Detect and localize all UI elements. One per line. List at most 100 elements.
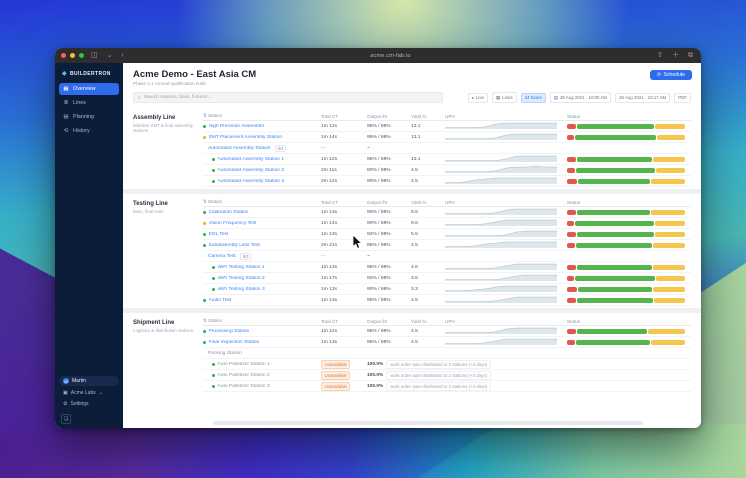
table-row[interactable]: Automated Assembly Station 11m 12s95% / …: [203, 154, 691, 165]
table-row[interactable]: Subassembly Limit Test2m 21s85% / 98%4.5: [203, 240, 691, 251]
group-expand-icon[interactable]: ⊞3: [275, 145, 286, 152]
date-to-picker[interactable]: 26 Aug 2021 · 10:17 AM: [615, 93, 670, 103]
station-link[interactable]: Automated Assembly Station 1: [218, 157, 285, 162]
lines-filter[interactable]: ▦ Lines: [492, 92, 517, 103]
sort-icon[interactable]: ⇅: [203, 199, 207, 204]
status-bar: [567, 168, 685, 173]
table-row[interactable]: Auto Palletizer Station 3Unavailable100.…: [203, 381, 691, 392]
station-cell: Automated Assembly Station ⊞3: [203, 145, 321, 152]
status-cell: [567, 232, 691, 237]
zoom-button[interactable]: [79, 53, 84, 58]
sections: Assembly LineMainline SMT & final assemb…: [123, 108, 701, 428]
sidebar-item-lines[interactable]: ≣Lines: [59, 97, 119, 109]
station-link[interactable]: Automated Assembly Station: [208, 146, 271, 151]
status-segment-red: [567, 265, 576, 270]
logo-icon: ◆: [62, 70, 67, 77]
table-row[interactable]: Audio Test1m 13s95% / 98%4.5: [203, 295, 691, 306]
sidebar-item-settings[interactable]: ⚙ Settings: [59, 400, 119, 408]
output-cell: 80% / 98%: [367, 168, 411, 173]
table-row[interactable]: Automated Assembly Station⊞3- -~: [203, 143, 691, 154]
station-link[interactable]: Vision Frequency Test: [209, 221, 257, 226]
table-row[interactable]: Final Inspection Station1m 13s95% / 98%4…: [203, 337, 691, 348]
table-row[interactable]: Vision Frequency Test1m 14s90% / 98%9.8: [203, 218, 691, 229]
sidebar-collapse-button[interactable]: ❏: [61, 414, 71, 424]
group-expand-icon[interactable]: ⊞3: [240, 253, 251, 260]
uph-sparkline: [445, 154, 557, 162]
range-filter[interactable]: 24 hours: [521, 93, 546, 103]
output-cell: 95% / 98%: [367, 340, 411, 345]
station-cell: High Precision Assembler: [203, 124, 321, 129]
profile-pill[interactable]: M Martin: [59, 376, 119, 386]
table-row[interactable]: High Precision Assembler1m 12s95% / 98%1…: [203, 121, 691, 132]
close-button[interactable]: [61, 53, 66, 58]
new-tab-icon[interactable]: ＋: [670, 52, 681, 59]
table-row[interactable]: Automated Assembly Station 22m 11s80% / …: [203, 165, 691, 176]
horizontal-scrollbar[interactable]: [213, 421, 643, 425]
table-row[interactable]: Auto Palletizer Station 1Unavailable100.…: [203, 359, 691, 370]
live-toggle[interactable]: ● Live: [468, 93, 488, 103]
station-link[interactable]: Automated Assembly Station 3: [218, 179, 285, 184]
sort-icon[interactable]: ⇅: [203, 113, 207, 118]
overview-icon: ▦: [63, 86, 69, 92]
schedule-button[interactable]: ⟳ Schedule: [650, 70, 692, 80]
yield-cell: 9.5: [411, 210, 445, 215]
sidebar-item-overview[interactable]: ▦Overview: [59, 83, 119, 95]
org-switcher[interactable]: ▣ Acme Labs ⌄: [59, 389, 119, 397]
table-header-row: ⇅StationTotal CTOutput /hrYield %UPHStat…: [203, 198, 691, 207]
date-from-picker[interactable]: ▤ 26 Aug 2021 · 10:00 AM: [550, 92, 611, 103]
table-row[interactable]: Packing Station: [203, 348, 691, 359]
status-segment-red: [567, 221, 574, 226]
station-link[interactable]: High Precision Assembler: [209, 124, 265, 129]
uph-cell: [445, 273, 567, 283]
uph-sparkline: [445, 295, 557, 303]
sidebar-item-history[interactable]: ⟲History: [59, 125, 119, 137]
table-row[interactable]: WiFi Testing Station 11m 13s95% / 98%4.6: [203, 262, 691, 273]
station-link[interactable]: Subassembly Limit Test: [209, 243, 260, 248]
pdf-export-button[interactable]: PDF: [674, 93, 691, 103]
station-link[interactable]: WiFi Testing Station 3: [218, 287, 265, 292]
sidebar-item-planning[interactable]: ▤Planning: [59, 111, 119, 123]
status-cell: [567, 210, 691, 215]
station-link[interactable]: EOL Test: [209, 232, 229, 237]
station-cell: Auto Palletizer Station 3: [203, 384, 321, 389]
sort-icon[interactable]: ⇅: [203, 318, 207, 323]
column-header: ⇅Station: [203, 113, 321, 119]
table-row[interactable]: SMT Placement Assembly Station1m 14s95% …: [203, 132, 691, 143]
search-input[interactable]: ⌕ Search stations, lines, fixtures...: [133, 92, 443, 103]
address-bar[interactable]: acme.cm-fab.io: [131, 53, 650, 59]
station-link[interactable]: Final Inspection Station: [209, 340, 260, 345]
station-link[interactable]: Audio Test: [209, 298, 232, 303]
table-row[interactable]: Processing Station1m 12s95% / 98%4.5: [203, 326, 691, 337]
app-sidebar: ◆ BUILDERTRON ▦Overview≣Lines▤Planning⟲H…: [55, 63, 123, 428]
station-name: Auto Palletizer Station 2: [218, 373, 270, 378]
uph-sparkline: [445, 229, 557, 237]
table-row[interactable]: Automated Assembly Station 32m 12s90% / …: [203, 176, 691, 187]
station-link[interactable]: SMT Placement Assembly Station: [209, 135, 283, 140]
station-link[interactable]: WiFi Testing Station 1: [218, 265, 265, 270]
uph-sparkline: [445, 218, 557, 226]
table-row[interactable]: WiFi Testing Station 31m 13s90% / 98%3.3: [203, 284, 691, 295]
table-row[interactable]: Auto Palletizer Station 2Unavailable100.…: [203, 370, 691, 381]
station-link[interactable]: Processing Station: [209, 329, 250, 334]
station-link[interactable]: Calibration Station: [209, 210, 249, 215]
output-cell: 90% / 98%: [367, 210, 411, 215]
output-cell: 95% / 98%: [367, 329, 411, 334]
status-dot: [212, 277, 215, 280]
station-link[interactable]: WiFi Testing Station 2: [218, 276, 265, 281]
section-table: ⇅StationTotal CTOutput /hrYield %UPHStat…: [203, 317, 691, 392]
table-row[interactable]: EOL Test1m 13s92% / 98%5.5: [203, 229, 691, 240]
table-row[interactable]: Calibration Station1m 13s90% / 98%9.5: [203, 207, 691, 218]
section-subtitle: Mainline SMT & final assembly stations: [133, 123, 203, 135]
status-bar: [567, 329, 685, 334]
station-link[interactable]: Camera Test: [208, 254, 236, 259]
chevron-down-icon[interactable]: ⌄: [105, 52, 115, 59]
back-icon[interactable]: ‹: [120, 52, 126, 59]
tabs-overview-icon[interactable]: ⧉: [686, 52, 695, 59]
minimize-button[interactable]: [70, 53, 75, 58]
table-row[interactable]: Camera Test⊞3- -~: [203, 251, 691, 262]
station-link[interactable]: Automated Assembly Station 2: [218, 168, 285, 173]
status-dot: [212, 180, 215, 183]
sidebar-toggle-icon[interactable]: ◫: [89, 52, 100, 59]
table-row[interactable]: WiFi Testing Station 21m 17s92% / 98%3.5: [203, 273, 691, 284]
share-icon[interactable]: ⇧: [655, 52, 665, 59]
